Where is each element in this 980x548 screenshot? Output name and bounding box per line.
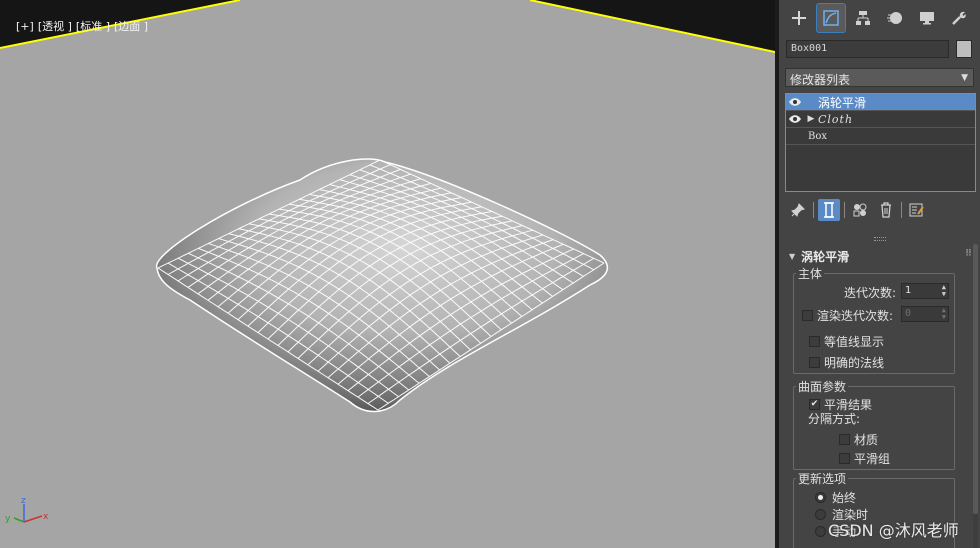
show-end-result-button[interactable] <box>818 199 840 221</box>
isoline-checkbox[interactable] <box>809 336 820 347</box>
tab-create[interactable] <box>785 4 813 32</box>
modifier-list-label: 修改器列表 <box>790 73 851 87</box>
remove-modifier-icon <box>881 202 891 218</box>
viewport-menu-perspective[interactable]: [透视 ] <box>38 20 72 33</box>
spinner-arrows-icon[interactable]: ▲ ▼ <box>942 284 946 298</box>
smoothing-groups-checkbox[interactable] <box>839 453 850 464</box>
configure-sets-icon <box>909 203 924 217</box>
modifier-list-dropdown[interactable]: 修改器列表 ▼ <box>785 68 974 87</box>
stack-item-label: Box <box>808 130 828 142</box>
tab-utilities[interactable] <box>945 4 973 32</box>
viewport-menu-standard[interactable]: [标准 ] <box>76 20 110 33</box>
modify-icon <box>823 10 839 26</box>
smoothing-groups-label: 平滑组 <box>854 452 891 466</box>
explicit-normals-label: 明确的法线 <box>824 356 885 370</box>
spinner-arrows-icon[interactable]: ▲ ▼ <box>942 307 946 321</box>
pin-stack-icon <box>791 203 805 217</box>
modifier-stack[interactable]: 涡轮平滑 ▶ Cloth Box <box>785 93 976 192</box>
update-manually-radio[interactable] <box>815 526 826 537</box>
separate-by-label: 分隔方式: <box>808 412 861 426</box>
explicit-normals-checkbox[interactable] <box>809 357 820 368</box>
configure-modifier-sets-button[interactable] <box>906 199 928 221</box>
tab-hierarchy[interactable] <box>849 4 877 32</box>
create-plus-icon <box>792 11 806 25</box>
tab-modify[interactable] <box>816 3 846 33</box>
render-iters-checkbox[interactable] <box>802 310 813 321</box>
render-iters-row[interactable]: 渲染迭代次数: <box>802 307 893 324</box>
panel-scrollbar[interactable] <box>973 244 978 548</box>
group-title: 更新选项 <box>796 470 849 487</box>
motion-icon <box>887 12 902 24</box>
stack-item-cloth[interactable]: ▶ Cloth <box>786 111 975 128</box>
utilities-wrench-icon <box>952 11 966 25</box>
command-panel-tabs <box>779 0 980 36</box>
drag-handle-icon[interactable]: ⠿ <box>965 249 972 259</box>
expand-triangle-icon[interactable]: ▶ <box>804 114 818 124</box>
make-unique-button[interactable] <box>849 199 871 221</box>
iterations-label: 迭代次数: <box>844 286 897 300</box>
update-rendering-radio[interactable] <box>815 509 826 520</box>
eye-icon[interactable] <box>786 97 804 107</box>
show-end-result-icon <box>824 202 834 218</box>
smoothing-groups-row[interactable]: 平滑组 <box>839 450 890 467</box>
materials-label: 材质 <box>854 433 879 447</box>
collapse-triangle-icon: ▼ <box>789 251 796 261</box>
viewport-label[interactable]: [+] [透视 ] [标准 ] [边面 ] <box>2 5 152 47</box>
update-always-radio[interactable] <box>815 492 826 503</box>
object-name-field[interactable]: Box001 <box>786 40 949 58</box>
chevron-down-icon: ▼ <box>961 73 968 83</box>
rollout-header-turbosmooth[interactable]: ▼ 涡轮平滑 ⠿ <box>785 247 975 265</box>
axis-x-label: x <box>43 512 49 522</box>
tab-display[interactable] <box>913 4 941 32</box>
group-title: 主体 <box>796 265 825 282</box>
materials-row[interactable]: 材质 <box>839 431 878 448</box>
rollout-title: 涡轮平滑 <box>801 249 850 264</box>
object-color-swatch[interactable] <box>956 40 972 58</box>
stack-item-turbosmooth[interactable]: 涡轮平滑 <box>786 94 975 111</box>
explicit-normals-row[interactable]: 明确的法线 <box>809 354 884 371</box>
update-always-label: 始终 <box>832 491 857 505</box>
hierarchy-icon <box>856 11 870 25</box>
viewport-menu-edged-faces[interactable]: [边面 ] <box>114 20 148 33</box>
render-iters-spinner[interactable]: 0 ▲ ▼ <box>901 306 949 322</box>
make-unique-icon <box>853 203 867 217</box>
render-iters-label: 渲染迭代次数: <box>817 309 894 323</box>
display-icon <box>920 12 934 25</box>
pin-stack-button[interactable] <box>787 199 809 221</box>
materials-checkbox[interactable] <box>839 434 850 445</box>
command-panel: Box001 修改器列表 ▼ 涡轮平滑 ▶ Cloth Box ▼ 涡轮平滑 ⠿… <box>779 0 980 548</box>
resize-grip[interactable] <box>874 237 886 241</box>
pillow-mesh[interactable] <box>156 158 609 413</box>
isoline-label: 等值线显示 <box>824 335 885 349</box>
stack-item-label: 涡轮平滑 <box>818 95 867 110</box>
viewport-menu-plus[interactable]: [+] <box>16 20 34 33</box>
axis-gizmo: z x y <box>5 496 49 524</box>
scrollbar-thumb[interactable] <box>973 244 978 514</box>
watermark-text: CSDN @沐风老师 <box>828 521 959 540</box>
perspective-viewport[interactable]: [+] [透视 ] [标准 ] [边面 ] z x y <box>0 0 775 548</box>
axis-y-label: y <box>5 514 11 524</box>
isoline-row[interactable]: 等值线显示 <box>809 333 884 350</box>
remove-modifier-button[interactable] <box>875 199 897 221</box>
iterations-spinner[interactable]: 1 ▲ ▼ <box>901 283 949 299</box>
stack-item-box[interactable]: Box <box>786 128 975 145</box>
tab-motion[interactable] <box>881 4 909 32</box>
smooth-result-checkbox[interactable]: ✔ <box>809 399 820 410</box>
axis-z-label: z <box>21 496 26 506</box>
update-always-row[interactable]: 始终 <box>815 489 856 506</box>
stack-toolbar <box>787 198 973 222</box>
viewport-scene <box>0 0 775 413</box>
iterations-value: 1 <box>905 285 912 296</box>
eye-icon[interactable] <box>786 114 804 124</box>
group-title: 曲面参数 <box>796 378 849 395</box>
stack-item-label: Cloth <box>818 112 854 126</box>
render-iters-value: 0 <box>905 308 912 319</box>
